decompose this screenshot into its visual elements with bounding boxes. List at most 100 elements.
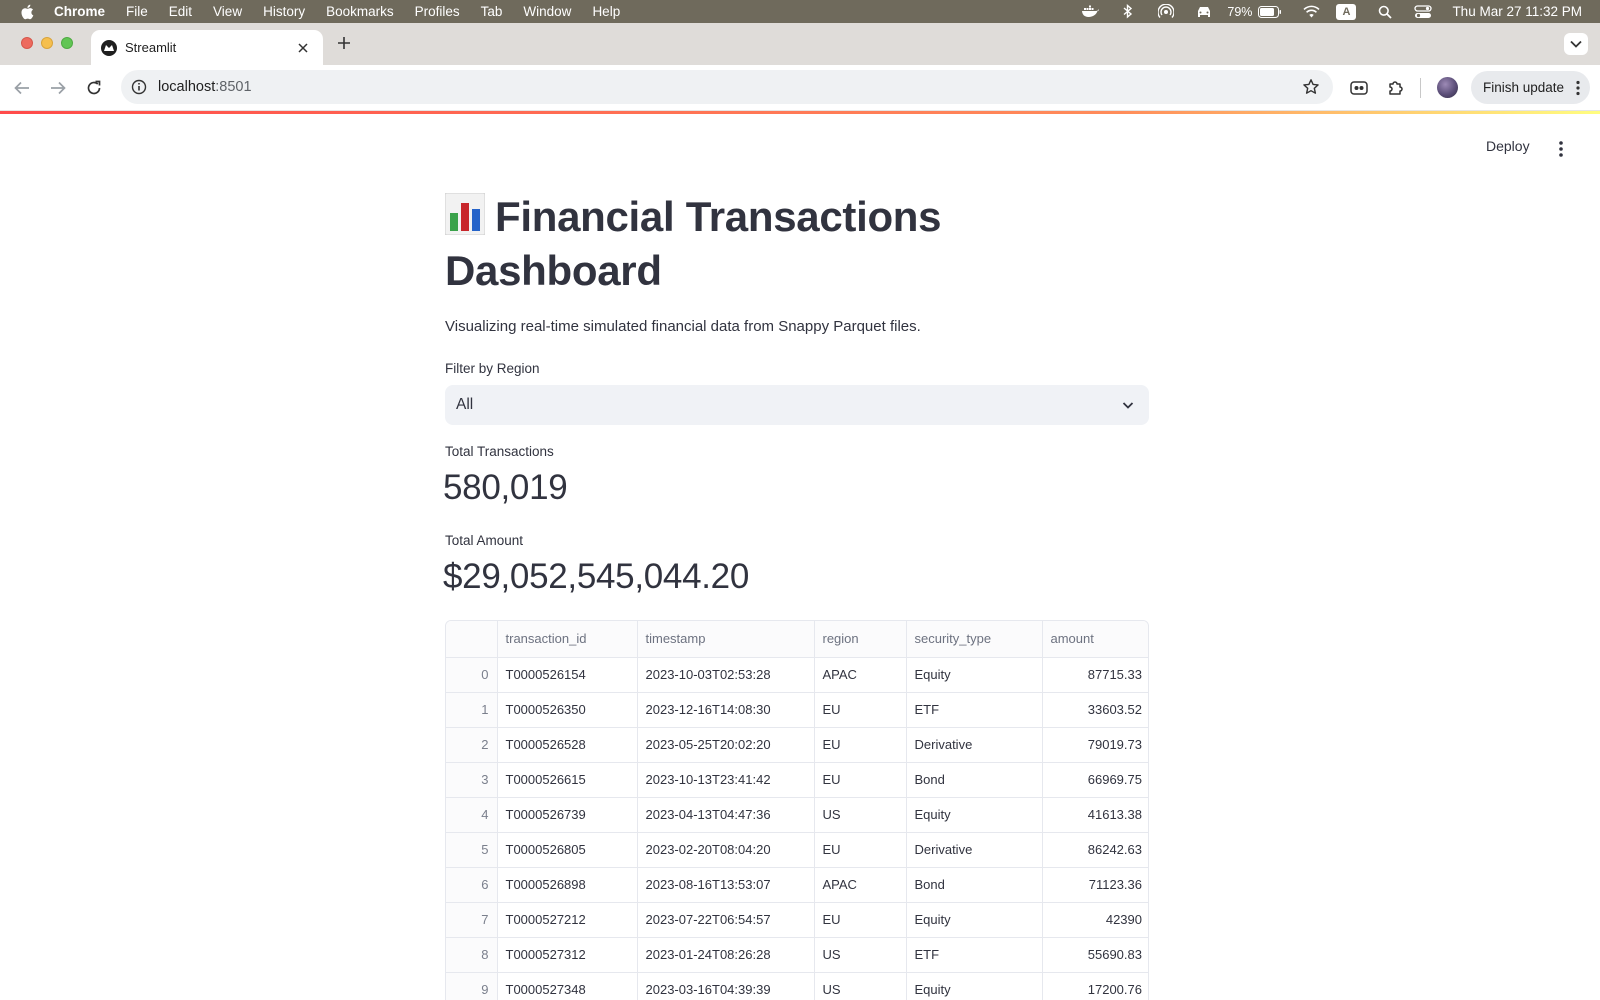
transaction-id-cell[interactable]: T0000526528 <box>497 727 638 763</box>
region-cell[interactable]: EU <box>814 902 907 938</box>
region-cell[interactable]: US <box>814 972 907 1000</box>
window-minimize-button[interactable] <box>41 37 53 49</box>
table-row[interactable]: 5 T0000526805 2023-02-20T08:04:20 EU Derivat… <box>446 832 1148 868</box>
finish-update-button[interactable]: Finish update <box>1471 71 1590 104</box>
amount-cell[interactable]: 33603.52 <box>1042 692 1148 728</box>
timestamp-cell[interactable]: 2023-03-16T04:39:39 <box>637 972 815 1000</box>
amount-cell[interactable]: 17200.76 <box>1042 972 1148 1000</box>
timestamp-cell[interactable]: 2023-05-25T20:02:20 <box>637 727 815 763</box>
security-type-cell[interactable]: Derivative <box>906 832 1043 868</box>
region-cell[interactable]: EU <box>814 762 907 798</box>
battery-icon[interactable] <box>1258 5 1282 19</box>
menu-help[interactable]: Help <box>592 4 620 19</box>
amount-cell[interactable]: 87715.33 <box>1042 657 1148 693</box>
timestamp-cell[interactable]: 2023-02-20T08:04:20 <box>637 832 815 868</box>
security-type-cell[interactable]: Equity <box>906 657 1043 693</box>
extensions-puzzle-icon[interactable] <box>1385 77 1407 99</box>
region-cell[interactable]: EU <box>814 832 907 868</box>
region-cell[interactable]: EU <box>814 727 907 763</box>
table-row[interactable]: 7 T0000527212 2023-07-22T06:54:57 EU Equity 4… <box>446 902 1148 938</box>
region-cell[interactable]: US <box>814 937 907 973</box>
table-row[interactable]: 8 T0000527312 2023-01-24T08:26:28 US ETF 5569… <box>446 937 1148 973</box>
row-index[interactable]: 0 <box>446 657 498 693</box>
table-row[interactable]: 3 T0000526615 2023-10-13T23:41:42 EU Bond 669… <box>446 762 1148 798</box>
docker-icon[interactable] <box>1081 5 1100 19</box>
table-row[interactable]: 4 T0000526739 2023-04-13T04:47:36 US Equity 4… <box>446 797 1148 833</box>
row-index[interactable]: 9 <box>446 972 498 1000</box>
window-zoom-button[interactable] <box>61 37 73 49</box>
region-cell[interactable]: EU <box>814 692 907 728</box>
table-row[interactable]: 1 T0000526350 2023-12-16T14:08:30 EU ETF 3360… <box>446 692 1148 728</box>
menu-window[interactable]: Window <box>523 4 571 19</box>
menu-bar-clock[interactable]: Thu Mar 27 11:32 PM <box>1452 4 1582 19</box>
amount-cell[interactable]: 41613.38 <box>1042 797 1148 833</box>
site-info-icon[interactable] <box>130 78 148 96</box>
transaction-id-cell[interactable]: T0000527348 <box>497 972 638 1000</box>
security-type-cell[interactable]: ETF <box>906 937 1043 973</box>
menu-profiles[interactable]: Profiles <box>415 4 460 19</box>
transaction-id-cell[interactable]: T0000526805 <box>497 832 638 868</box>
amount-cell[interactable]: 66969.75 <box>1042 762 1148 798</box>
security-type-cell[interactable]: Derivative <box>906 727 1043 763</box>
transaction-id-header[interactable]: transaction_id <box>497 621 638 658</box>
row-index[interactable]: 6 <box>446 867 498 903</box>
menu-tab[interactable]: Tab <box>481 4 503 19</box>
menu-bookmarks[interactable]: Bookmarks <box>326 4 394 19</box>
security-type-header[interactable]: security_type <box>906 621 1043 658</box>
amount-cell[interactable]: 71123.36 <box>1042 867 1148 903</box>
amount-cell[interactable]: 55690.83 <box>1042 937 1148 973</box>
security-type-cell[interactable]: Equity <box>906 797 1043 833</box>
transaction-id-cell[interactable]: T0000527212 <box>497 902 638 938</box>
browser-tab-streamlit[interactable]: Streamlit <box>91 30 323 65</box>
timestamp-cell[interactable]: 2023-07-22T06:54:57 <box>637 902 815 938</box>
region-cell[interactable]: APAC <box>814 867 907 903</box>
address-bar[interactable]: localhost:8501 <box>121 70 1333 104</box>
row-index[interactable]: 5 <box>446 832 498 868</box>
amount-cell[interactable]: 86242.63 <box>1042 832 1148 868</box>
timestamp-cell[interactable]: 2023-08-16T13:53:07 <box>637 867 815 903</box>
tab-close-icon[interactable] <box>295 40 311 56</box>
menu-file[interactable]: File <box>126 4 148 19</box>
window-close-button[interactable] <box>21 37 33 49</box>
row-index[interactable]: 1 <box>446 692 498 728</box>
region-filter-select[interactable]: All <box>445 385 1149 425</box>
menu-view[interactable]: View <box>213 4 242 19</box>
tab-search-chevron-icon[interactable] <box>1564 33 1588 55</box>
transactions-dataframe[interactable]: transaction_id timestamp region security_ty… <box>445 620 1149 1000</box>
spotlight-search-icon[interactable] <box>1376 5 1394 19</box>
index-header[interactable] <box>446 621 498 658</box>
input-source-indicator[interactable]: A <box>1336 3 1357 20</box>
bluetooth-icon[interactable] <box>1119 4 1137 19</box>
bookmark-star-icon[interactable] <box>1302 78 1320 96</box>
back-arrow-icon[interactable] <box>11 77 33 99</box>
control-center-icon[interactable] <box>1414 4 1433 19</box>
timestamp-cell[interactable]: 2023-10-03T02:53:28 <box>637 657 815 693</box>
transaction-id-cell[interactable]: T0000526615 <box>497 762 638 798</box>
row-index[interactable]: 8 <box>446 937 498 973</box>
chevron-down-icon[interactable] <box>1120 397 1136 413</box>
region-header[interactable]: region <box>814 621 907 658</box>
region-cell[interactable]: US <box>814 797 907 833</box>
wifi-icon[interactable] <box>1302 5 1320 19</box>
profile-avatar[interactable] <box>1437 77 1458 98</box>
transaction-id-cell[interactable]: T0000526739 <box>497 797 638 833</box>
car-icon[interactable] <box>1195 5 1213 19</box>
transaction-id-cell[interactable]: T0000527312 <box>497 937 638 973</box>
amount-cell[interactable]: 79019.73 <box>1042 727 1148 763</box>
forward-arrow-icon[interactable] <box>47 77 69 99</box>
region-cell[interactable]: APAC <box>814 657 907 693</box>
timestamp-cell[interactable]: 2023-10-13T23:41:42 <box>637 762 815 798</box>
row-index[interactable]: 2 <box>446 727 498 763</box>
menu-history[interactable]: History <box>263 4 305 19</box>
security-type-cell[interactable]: ETF <box>906 692 1043 728</box>
menu-app-name[interactable]: Chrome <box>54 4 105 19</box>
table-row[interactable]: 0 T0000526154 2023-10-03T02:53:28 APAC Equit… <box>446 657 1148 693</box>
amount-header[interactable]: amount <box>1042 621 1148 658</box>
timestamp-cell[interactable]: 2023-12-16T14:08:30 <box>637 692 815 728</box>
new-tab-plus-icon[interactable] <box>334 33 354 53</box>
extension-puzzle-alt-icon[interactable] <box>1348 77 1370 99</box>
timestamp-cell[interactable]: 2023-04-13T04:47:36 <box>637 797 815 833</box>
address-url[interactable]: localhost:8501 <box>158 79 252 95</box>
chrome-menu-kebab-icon[interactable] <box>1576 80 1580 96</box>
timestamp-cell[interactable]: 2023-01-24T08:26:28 <box>637 937 815 973</box>
